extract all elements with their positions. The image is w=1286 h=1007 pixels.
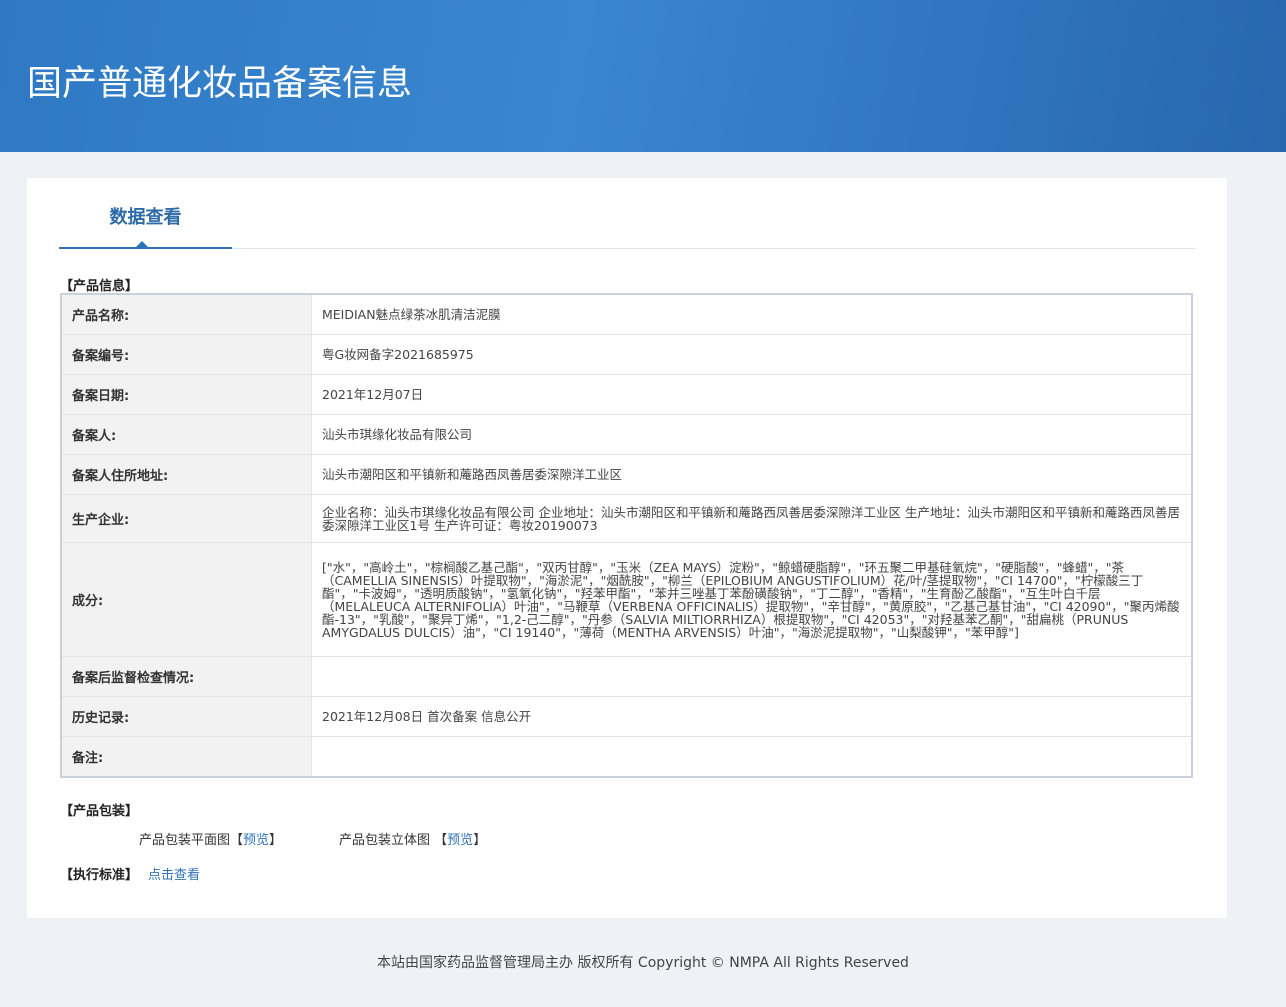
- row-value: 企业名称：汕头市琪缘化妆品有限公司 企业地址：汕头市潮阳区和平镇新和蓭路西凤善居…: [311, 494, 1192, 543]
- row-value: 汕头市潮阳区和平镇新和蓭路西凤善居委深隙洋工业区: [311, 454, 1192, 495]
- packaging-heading: 【产品包装】: [60, 804, 139, 819]
- row-label: 备案人住所地址:: [61, 454, 312, 495]
- solid-label: 产品包装立体图: [339, 833, 431, 848]
- table-row: 历史记录: 2021年12月08日 首次备案 信息公开: [61, 696, 1192, 737]
- bracket: 】: [473, 833, 487, 848]
- package-solid-image: 产品包装立体图 【预览】: [339, 829, 486, 848]
- bracket: 【: [230, 833, 244, 848]
- row-label: 备案编号:: [61, 334, 312, 375]
- standard-heading: 【执行标准】: [60, 868, 139, 883]
- tab-data-view[interactable]: 数据查看: [59, 178, 232, 249]
- row-value: [311, 736, 1192, 777]
- row-value: ["水"，"高岭土"，"棕榈酸乙基己酯"，"双丙甘醇"，"玉米（ZEA MAYS…: [311, 542, 1192, 657]
- table-row: 备案编号: 粤G妆网备字2021685975: [61, 334, 1192, 375]
- row-label: 备注:: [61, 736, 312, 777]
- table-row: 成分: ["水"，"高岭土"，"棕榈酸乙基己酯"，"双丙甘醇"，"玉米（ZEA M…: [61, 542, 1192, 657]
- content-card: 数据查看 【产品信息】 产品名称: MEIDIAN魅点绿茶冰肌清洁泥膜 备案编号: 粤…: [27, 178, 1227, 918]
- row-label: 产品名称:: [61, 293, 312, 335]
- solid-preview-link[interactable]: 预览: [447, 833, 473, 848]
- row-label: 备案后监督检查情况:: [61, 656, 312, 697]
- row-label: 成分:: [61, 542, 312, 657]
- row-label: 生产企业:: [61, 494, 312, 543]
- row-value: 2021年12月08日 首次备案 信息公开: [311, 696, 1192, 737]
- row-label: 历史记录:: [61, 696, 312, 737]
- table-row: 备注:: [61, 736, 1192, 777]
- flat-label: 产品包装平面图: [139, 833, 231, 848]
- table-row: 备案人住所地址: 汕头市潮阳区和平镇新和蓭路西凤善居委深隙洋工业区: [61, 454, 1192, 495]
- product-info-table: 产品名称: MEIDIAN魅点绿茶冰肌清洁泥膜 备案编号: 粤G妆网备字2021685…: [60, 293, 1193, 778]
- view-standard-link[interactable]: 点击查看: [148, 864, 200, 883]
- row-label: 备案人:: [61, 414, 312, 455]
- table-row: 备案日期: 2021年12月07日: [61, 374, 1192, 415]
- product-info-heading: 【产品信息】: [60, 279, 139, 294]
- footer: 本站由国家药品监督管理局主办 版权所有 Copyright © NMPA All…: [377, 955, 909, 971]
- table-row: 备案后监督检查情况:: [61, 656, 1192, 697]
- bracket: 】: [269, 833, 283, 848]
- table-row: 产品名称: MEIDIAN魅点绿茶冰肌清洁泥膜: [61, 293, 1192, 335]
- tab-bar: 数据查看: [59, 178, 1195, 249]
- page-header: 国产普通化妆品备案信息: [0, 0, 1286, 152]
- row-value: 粤G妆网备字2021685975: [311, 334, 1192, 375]
- package-flat-image: 产品包装平面图【预览】: [139, 829, 282, 848]
- row-value: [311, 656, 1192, 697]
- bracket: 【: [434, 833, 448, 848]
- row-value: 2021年12月07日: [311, 374, 1192, 415]
- row-value: MEIDIAN魅点绿茶冰肌清洁泥膜: [311, 293, 1192, 335]
- table-row: 生产企业: 企业名称：汕头市琪缘化妆品有限公司 企业地址：汕头市潮阳区和平镇新和蓭…: [61, 494, 1192, 543]
- table-row: 备案人: 汕头市琪缘化妆品有限公司: [61, 414, 1192, 455]
- row-value: 汕头市琪缘化妆品有限公司: [311, 414, 1192, 455]
- flat-preview-link[interactable]: 预览: [243, 833, 269, 848]
- row-label: 备案日期:: [61, 374, 312, 415]
- page-title: 国产普通化妆品备案信息: [27, 64, 413, 104]
